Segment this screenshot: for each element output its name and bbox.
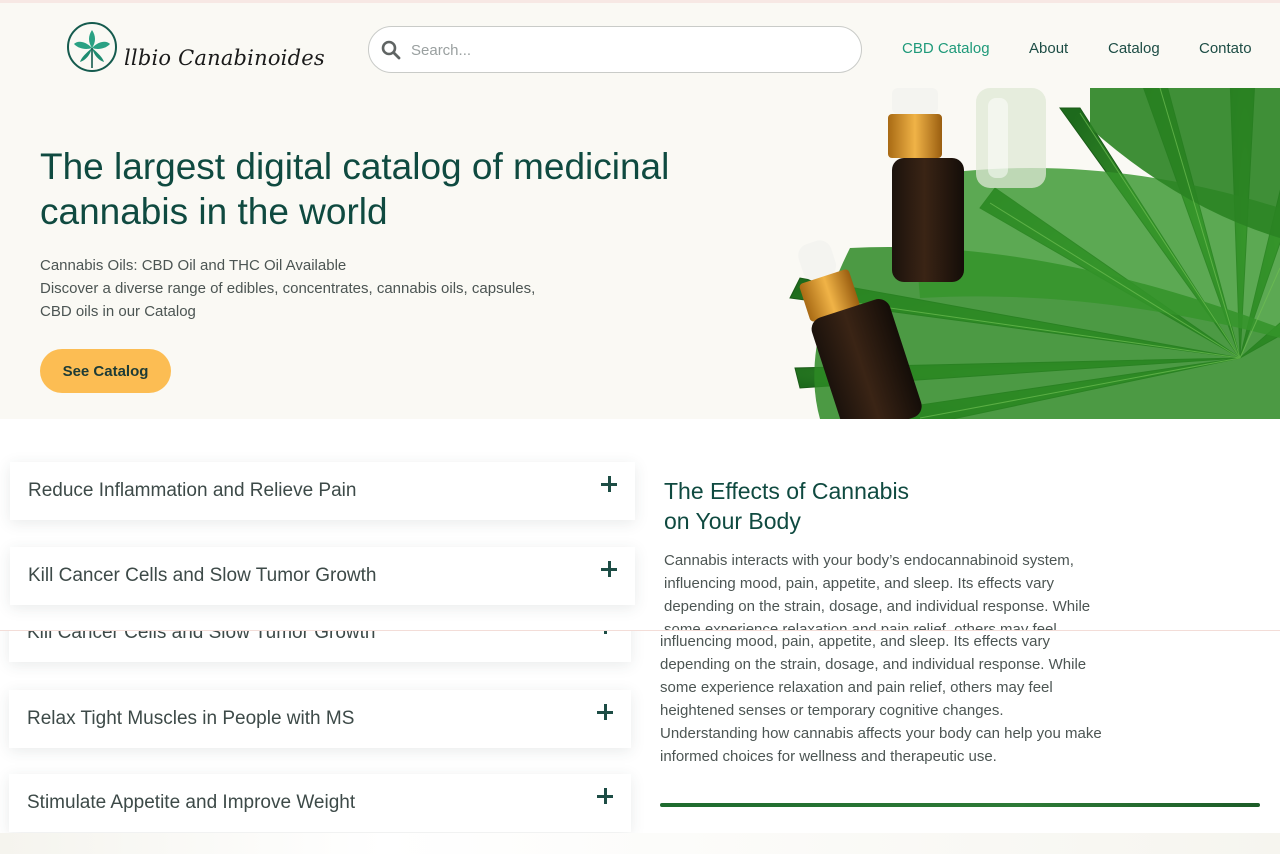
hero-title-line: The largest digital catalog of medicinal <box>40 146 670 187</box>
accordion-item[interactable]: Reduce Inflammation and Relieve Pain <box>10 462 635 520</box>
hero-text-line: Cannabis Oils: CBD Oil and THC Oil Avail… <box>40 257 347 274</box>
effects-title: The Effects of Cannabis on Your Body <box>664 476 1064 536</box>
see-catalog-button[interactable]: See Catalog <box>40 349 171 393</box>
effects-title-line: The Effects of Cannabis <box>664 478 910 504</box>
search-bar <box>368 26 862 73</box>
effects-text: influencing mood, pain, appetite, and sl… <box>660 631 1180 768</box>
plus-icon[interactable] <box>601 561 617 577</box>
hero-title-line: cannabis in the world <box>40 191 388 232</box>
hero-text-line: Discover a diverse range of edibles, con… <box>40 280 536 297</box>
hero-section: The largest digital catalog of medicinal… <box>0 88 1280 419</box>
effects-text-line: depending on the strain, dosage, and ind… <box>660 656 1087 673</box>
accordion-item-label: Kill Cancer Cells and Slow Tumor Growth <box>27 630 376 643</box>
nav-catalog[interactable]: Catalog <box>1108 40 1160 57</box>
effects-text-line: depending on the strain, dosage, and ind… <box>664 598 1091 615</box>
search-icon[interactable] <box>381 40 401 60</box>
search-input[interactable] <box>411 35 841 65</box>
plus-icon[interactable] <box>597 704 613 720</box>
content-section-upper: Reduce Inflammation and Relieve Pain Kil… <box>0 419 1280 630</box>
effects-text-line: heightened senses or temporary cognitive… <box>660 702 1004 719</box>
hero-title: The largest digital catalog of medicinal… <box>40 144 740 234</box>
effects-text-line: some experience relaxation and pain reli… <box>660 679 1053 696</box>
site-header: llbio Canabinoides CBD Catalog About Cat… <box>0 0 1280 88</box>
cannabis-oil-bottles-image <box>789 88 1280 419</box>
accordion-item[interactable]: Stimulate Appetite and Improve Weight <box>9 774 631 832</box>
site-logo[interactable]: llbio Canabinoides <box>66 20 325 76</box>
section-divider <box>660 803 1260 807</box>
accordion-item[interactable]: Relax Tight Muscles in People with MS <box>9 690 631 748</box>
accordion-item[interactable]: Kill Cancer Cells and Slow Tumor Growth <box>9 630 631 662</box>
effects-text-line: Understanding how cannabis affects your … <box>660 725 1102 742</box>
hero-text-line: CBD oils in our Catalog <box>40 303 196 320</box>
nav-about[interactable]: About <box>1029 40 1068 57</box>
plus-icon[interactable] <box>597 631 613 634</box>
content-section-lower: Kill Cancer Cells and Slow Tumor Growth … <box>0 630 1280 854</box>
effects-text-line: influencing mood, pain, appetite, and sl… <box>664 575 1054 592</box>
leaf-logo-icon <box>67 22 117 72</box>
plus-icon[interactable] <box>601 476 617 492</box>
logo-wordmark: llbio Canabinoides <box>124 46 325 70</box>
effects-text-line: some experience relaxation and pain reli… <box>664 621 1057 630</box>
nav-cbd-catalog[interactable]: CBD Catalog <box>902 40 990 57</box>
plus-icon[interactable] <box>597 788 613 804</box>
accordion-item-label: Reduce Inflammation and Relieve Pain <box>28 480 357 501</box>
accordion-item[interactable]: Kill Cancer Cells and Slow Tumor Growth <box>10 547 635 605</box>
accordion-item-label: Kill Cancer Cells and Slow Tumor Growth <box>28 565 377 586</box>
accordion-item-label: Stimulate Appetite and Improve Weight <box>27 792 356 813</box>
effects-text-line: informed choices for wellness and therap… <box>660 748 997 765</box>
hero-description: Cannabis Oils: CBD Oil and THC Oil Avail… <box>40 254 620 323</box>
effects-text-line: influencing mood, pain, appetite, and sl… <box>660 633 1050 650</box>
nav-contato[interactable]: Contato <box>1199 40 1252 57</box>
effects-text: Cannabis interacts with your body’s endo… <box>664 549 1184 630</box>
footer-strip <box>0 833 1280 854</box>
effects-title-line: on Your Body <box>664 508 801 534</box>
accordion-item-label: Relax Tight Muscles in People with MS <box>27 708 355 729</box>
effects-text-line: Cannabis interacts with your body’s endo… <box>664 552 1074 569</box>
